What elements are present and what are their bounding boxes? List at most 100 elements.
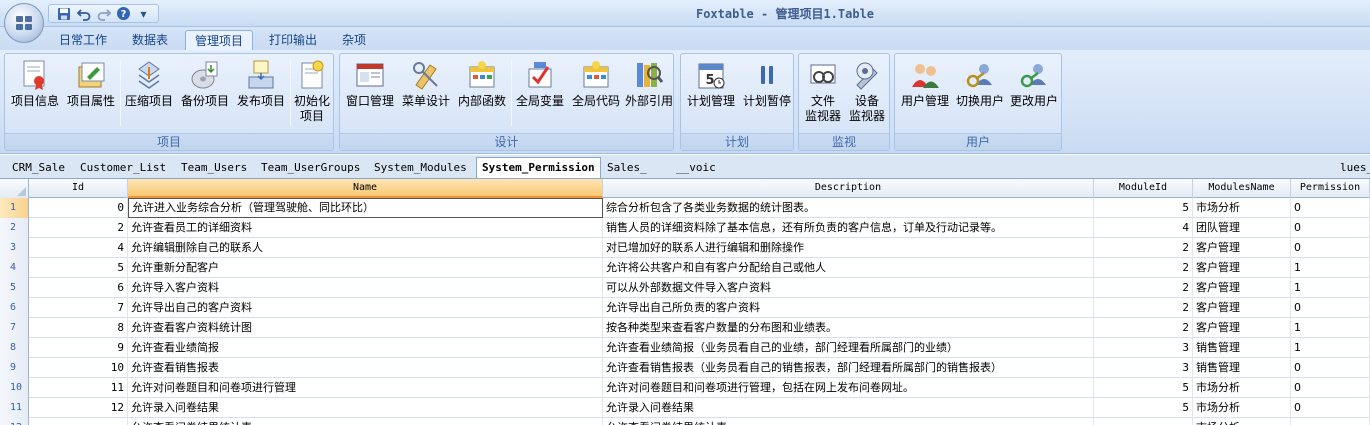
internal-functions-button[interactable]: 内部函数	[454, 56, 510, 132]
sheet-tab-team-usergroups[interactable]: Team_UserGroups	[261, 158, 360, 178]
row-number[interactable]: 11	[0, 398, 29, 418]
help-icon[interactable]: ?	[115, 6, 132, 22]
cell-permission[interactable]: 0	[1291, 378, 1370, 398]
cell-moduleid[interactable]: 5	[1094, 398, 1193, 418]
column-header-description[interactable]: Description	[603, 179, 1094, 198]
sheet-tab-crm-sale[interactable]: CRM_Sale	[12, 158, 65, 178]
table-row[interactable]: 9 10 允许查看销售报表 允许查看销售报表（业务员看自己的销售报表，部门经理看所属部…	[0, 358, 1370, 378]
cell-id[interactable]: 11	[29, 378, 128, 398]
backup-project-button[interactable]: 备份项目	[177, 56, 233, 132]
cell-description[interactable]: 允许导出自己所负责的客户资料	[603, 298, 1094, 318]
row-number[interactable]: 3	[0, 238, 29, 258]
cell-name[interactable]: 允许编辑删除自己的联系人	[128, 238, 603, 258]
cell-modulesname[interactable]: 市场分析	[1193, 198, 1291, 218]
table-row[interactable]: 6 7 允许导出自己的客户资料 允许导出自己所负责的客户资料 2 客户管理 0	[0, 298, 1370, 318]
cell-permission[interactable]: 0	[1291, 398, 1370, 418]
switch-user-button[interactable]: 切换用户	[953, 56, 1007, 132]
cell-name[interactable]: 允许查看销售报表	[128, 358, 603, 378]
row-number[interactable]: 5	[0, 278, 29, 298]
external-references-button[interactable]: 外部引用	[624, 56, 674, 132]
cell-modulesname[interactable]: 客户管理	[1193, 318, 1291, 338]
column-header-moduleid[interactable]: ModuleId	[1094, 179, 1193, 198]
user-manager-button[interactable]: 用户管理	[897, 56, 953, 132]
initialize-project-button[interactable]: 初始化 项目	[291, 56, 333, 132]
qat-more-icon[interactable]: ▾	[135, 6, 152, 22]
tab-data-table[interactable]: 数据表	[123, 30, 177, 51]
table-row[interactable]: 4 5 允许重新分配客户 允许将公共客户和自有客户分配给自己或他人 2 客户管理 1	[0, 258, 1370, 278]
sheet-tab-invoice[interactable]: __voic	[676, 158, 716, 178]
row-number[interactable]: 6	[0, 298, 29, 318]
global-variables-button[interactable]: 全局变量	[512, 56, 568, 132]
cell-description[interactable]: 允许将公共客户和自有客户分配给自己或他人	[603, 258, 1094, 278]
cell-id[interactable]: 2	[29, 218, 128, 238]
column-header-id[interactable]: Id	[29, 179, 128, 198]
cell-name[interactable]: 允许查看问卷结果统计表	[128, 418, 603, 425]
cell-moduleid[interactable]: 5	[1094, 378, 1193, 398]
cell-modulesname[interactable]: 客户管理	[1193, 298, 1291, 318]
cell-name[interactable]: 允许查看员工的详细资料	[128, 218, 603, 238]
sheet-tab-system-permission[interactable]: System_Permission	[476, 157, 601, 178]
cell-description[interactable]: 对已增加好的联系人进行编辑和删除操作	[603, 238, 1094, 258]
cell-description[interactable]: 销售人员的详细资料除了基本信息，还有所负责的客户信息，订单及行动记录等。	[603, 218, 1094, 238]
cell-id[interactable]: 8	[29, 318, 128, 338]
cell-name[interactable]: 允许查看客户资料统计图	[128, 318, 603, 338]
plan-pause-button[interactable]: 计划暂停	[739, 56, 795, 132]
device-monitor-button[interactable]: 设备 监视器	[845, 56, 889, 132]
project-properties-button[interactable]: 项目属性	[63, 56, 119, 132]
project-info-button[interactable]: 项目信息	[7, 56, 63, 132]
cell-id[interactable]	[29, 418, 128, 425]
cell-modulesname[interactable]: 客户管理	[1193, 238, 1291, 258]
row-number[interactable]: 9	[0, 358, 29, 378]
cell-moduleid[interactable]: 4	[1094, 218, 1193, 238]
cell-moduleid[interactable]: 3	[1094, 338, 1193, 358]
cell-name[interactable]: 允许导入客户资料	[128, 278, 603, 298]
menu-design-button[interactable]: 菜单设计	[398, 56, 454, 132]
cell-id[interactable]: 12	[29, 398, 128, 418]
sheet-tab-sales[interactable]: Sales_	[607, 158, 647, 178]
cell-description[interactable]: 可以从外部数据文件导入客户资料	[603, 278, 1094, 298]
table-row[interactable]: 10 11 允许对问卷题目和问卷项进行管理 允许对问卷题目和问卷项进行管理，包括在网上…	[0, 378, 1370, 398]
cell-permission[interactable]: 0	[1291, 238, 1370, 258]
table-row[interactable]: 1 0 允许进入业务综合分析（管理驾驶舱、同比环比） 综合分析包含了各类业务数据的统计…	[0, 198, 1370, 218]
cell-id[interactable]: 0	[29, 198, 128, 218]
compress-project-button[interactable]: 压缩项目	[121, 56, 177, 132]
cell-permission[interactable]: 1	[1291, 258, 1370, 278]
publish-project-button[interactable]: 发布项目	[233, 56, 289, 132]
column-header-permission[interactable]: Permission	[1291, 179, 1370, 198]
undo-icon[interactable]	[75, 6, 92, 22]
row-number[interactable]: 8	[0, 338, 29, 358]
cell-modulesname[interactable]: 市场分析	[1193, 418, 1291, 425]
cell-description[interactable]: 按各种类型来查看客户数量的分布图和业绩表。	[603, 318, 1094, 338]
application-menu-button[interactable]	[4, 3, 44, 43]
table-row[interactable]: 12 允许查看问卷结果统计表允许查看问卷结果统计表 市场分析	[0, 418, 1370, 425]
cell-modulesname[interactable]: 销售管理	[1193, 358, 1291, 378]
row-number[interactable]: 4	[0, 258, 29, 278]
cell-id[interactable]: 6	[29, 278, 128, 298]
cell-description[interactable]: 允许查看业绩简报（业务员看自己的业绩，部门经理看所属部门的业绩）	[603, 338, 1094, 358]
cell-moduleid[interactable]: 2	[1094, 238, 1193, 258]
cell-name[interactable]: 允许录入问卷结果	[128, 398, 603, 418]
cell-moduleid[interactable]: 2	[1094, 318, 1193, 338]
cell-moduleid[interactable]: 3	[1094, 358, 1193, 378]
change-user-button[interactable]: 更改用户	[1007, 56, 1061, 132]
cell-modulesname[interactable]: 客户管理	[1193, 258, 1291, 278]
window-manager-button[interactable]: 窗口管理	[342, 56, 398, 132]
tab-daily-work[interactable]: 日常工作	[50, 30, 116, 51]
cell-modulesname[interactable]: 客户管理	[1193, 278, 1291, 298]
cell-permission[interactable]: 0	[1291, 358, 1370, 378]
cell-permission[interactable]: 1	[1291, 318, 1370, 338]
cell-name[interactable]: 允许对问卷题目和问卷项进行管理	[128, 378, 603, 398]
row-number[interactable]: 7	[0, 318, 29, 338]
table-row[interactable]: 3 4 允许编辑删除自己的联系人 对已增加好的联系人进行编辑和删除操作 2 客户管理 0	[0, 238, 1370, 258]
cell-name[interactable]: 允许查看业绩简报	[128, 338, 603, 358]
cell-id[interactable]: 9	[29, 338, 128, 358]
cell-id[interactable]: 4	[29, 238, 128, 258]
redo-icon[interactable]	[95, 6, 112, 22]
table-row[interactable]: 8 9 允许查看业绩简报 允许查看业绩简报（业务员看自己的业绩，部门经理看所属部门的业…	[0, 338, 1370, 358]
cell-permission[interactable]: 0	[1291, 198, 1370, 218]
cell-description[interactable]: 允许查看问卷结果统计表	[603, 418, 1094, 425]
table-row[interactable]: 11 12 允许录入问卷结果 允许录入问卷结果 5 市场分析 0	[0, 398, 1370, 418]
row-number[interactable]: 10	[0, 378, 29, 398]
cell-moduleid[interactable]: 2	[1094, 298, 1193, 318]
cell-modulesname[interactable]: 销售管理	[1193, 338, 1291, 358]
